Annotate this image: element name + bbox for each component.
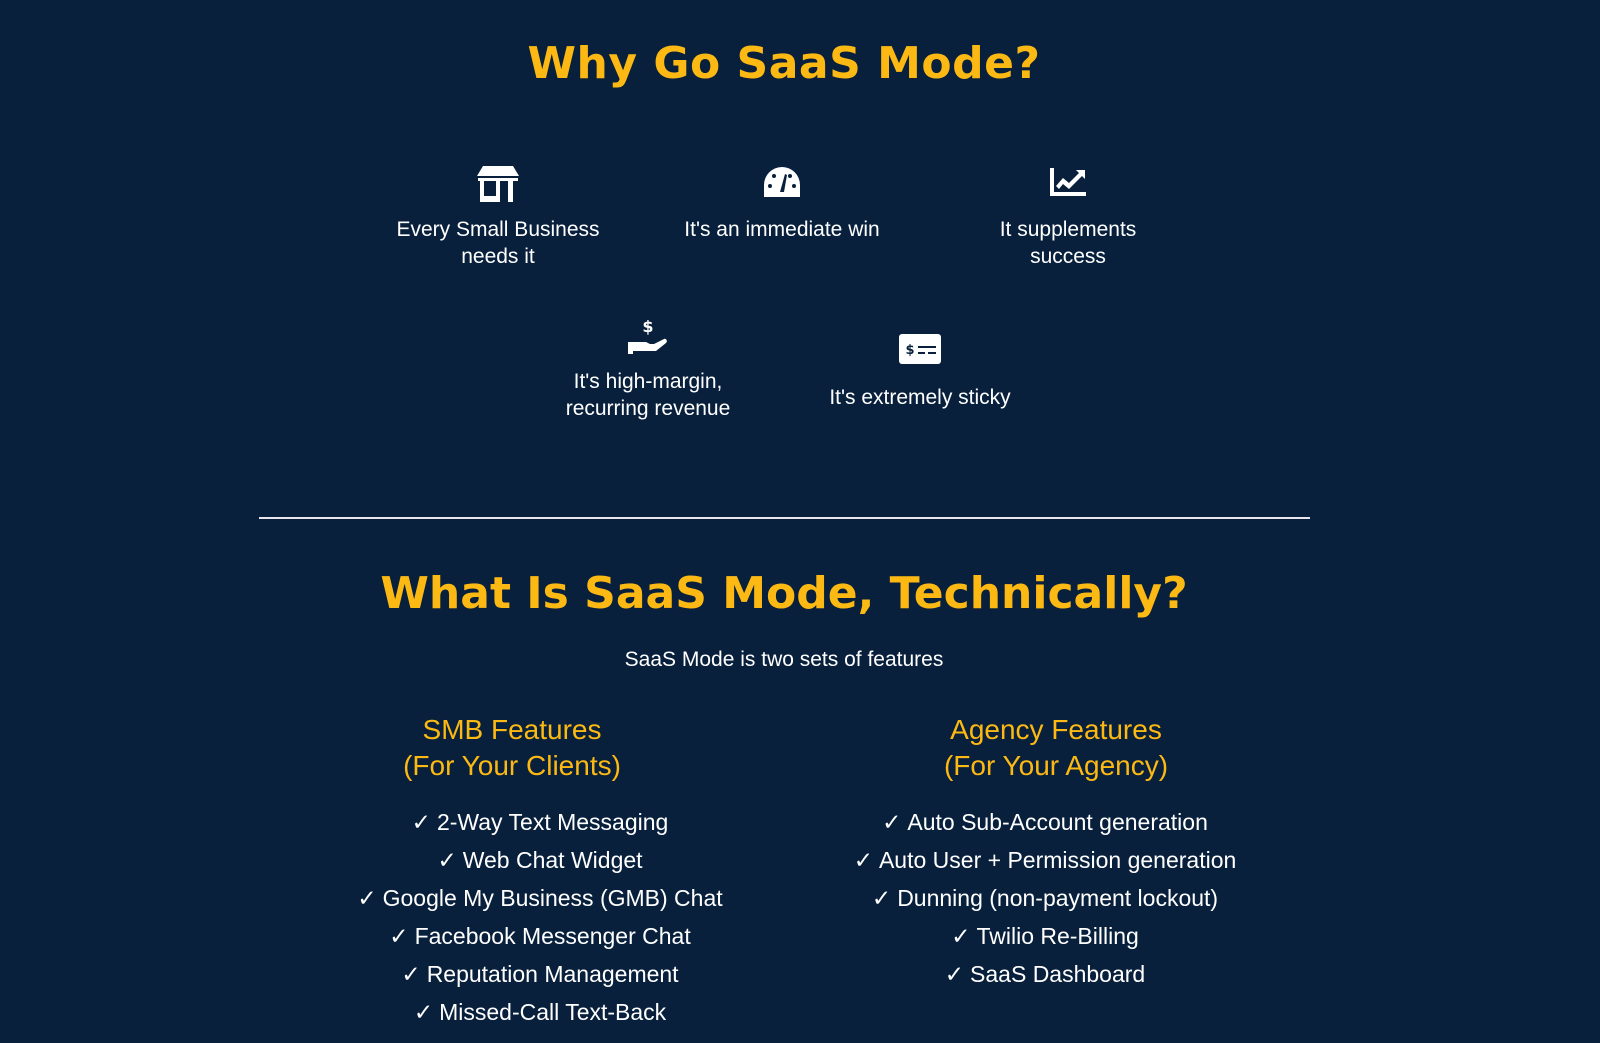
reason-supplements-success: It supplements success bbox=[938, 166, 1198, 270]
agency-features-list: ✓ Auto Sub-Account generation ✓ Auto User … bbox=[830, 803, 1260, 993]
feature-text: Auto User + Permission generation bbox=[878, 847, 1237, 873]
checkmark-icon: ✓ bbox=[882, 809, 902, 835]
agency-features-heading: Agency Features (For Your Agency) bbox=[806, 712, 1306, 784]
list-item: ✓ 2-Way Text Messaging bbox=[280, 803, 800, 841]
feature-text: Reputation Management bbox=[426, 961, 679, 987]
section-divider bbox=[259, 517, 1310, 519]
checkmark-icon: ✓ bbox=[853, 847, 873, 873]
checkmark-icon: ✓ bbox=[951, 923, 971, 949]
list-item: ✓ Google My Business (GMB) Chat bbox=[280, 879, 800, 917]
reason-text-line1: It supplements bbox=[999, 218, 1137, 241]
saas-subtitle: SaaS Mode is two sets of features bbox=[624, 648, 944, 671]
money-check-icon: $ bbox=[790, 334, 1050, 378]
list-item: ✓ Auto Sub-Account generation bbox=[830, 803, 1260, 841]
hand-dollar-icon: $ bbox=[518, 318, 778, 362]
list-item: ✓ Auto User + Permission generation bbox=[830, 841, 1260, 879]
reason-text-line2: needs it bbox=[461, 245, 535, 268]
reason-text-line2: success bbox=[1030, 245, 1106, 268]
feature-text: Facebook Messenger Chat bbox=[414, 923, 691, 949]
checkmark-icon: ✓ bbox=[944, 961, 965, 987]
chart-line-icon bbox=[938, 166, 1198, 210]
smb-title-line1: SMB Features bbox=[422, 714, 602, 745]
list-item: ✓ Missed-Call Text-Back bbox=[280, 993, 800, 1031]
checkmark-icon: ✓ bbox=[357, 885, 377, 911]
reason-text-line1: It's extremely sticky bbox=[829, 386, 1011, 409]
checkmark-icon: ✓ bbox=[411, 809, 431, 835]
reason-text-line1: It's an immediate win bbox=[684, 218, 880, 241]
agency-title-line2: (For Your Agency) bbox=[943, 750, 1169, 781]
reason-small-business: Every Small Business needs it bbox=[368, 166, 628, 270]
store-icon bbox=[368, 166, 628, 210]
reason-sticky: $ It's extremely sticky bbox=[790, 334, 1050, 411]
list-item: ✓ Reputation Management bbox=[280, 955, 800, 993]
list-item: ✓ Twilio Re-Billing bbox=[830, 917, 1260, 955]
speedometer-icon bbox=[652, 166, 912, 210]
list-item: ✓ Facebook Messenger Chat bbox=[280, 917, 800, 955]
feature-text: Auto Sub-Account generation bbox=[907, 809, 1208, 835]
feature-text: Twilio Re-Billing bbox=[976, 923, 1139, 949]
svg-text:$: $ bbox=[642, 318, 653, 336]
checkmark-icon: ✓ bbox=[401, 961, 421, 987]
feature-text: SaaS Dashboard bbox=[970, 961, 1146, 987]
checkmark-icon: ✓ bbox=[871, 885, 892, 911]
feature-text: Google My Business (GMB) Chat bbox=[382, 885, 723, 911]
reason-immediate-win: It's an immediate win bbox=[652, 166, 912, 243]
list-item: ✓ SaaS Dashboard bbox=[830, 955, 1260, 993]
feature-text: 2-Way Text Messaging bbox=[436, 809, 669, 835]
reason-text-line2: recurring revenue bbox=[565, 397, 731, 420]
reason-text-line1: Every Small Business bbox=[396, 218, 600, 241]
what-is-saas-heading: What Is SaaS Mode, Technically? bbox=[380, 568, 1188, 619]
svg-text:$: $ bbox=[905, 343, 914, 358]
agency-title-line1: Agency Features bbox=[950, 714, 1162, 745]
why-go-saas-heading: Why Go SaaS Mode? bbox=[527, 38, 1041, 89]
reason-text-line1: It's high-margin, bbox=[573, 370, 723, 393]
feature-text: Web Chat Widget bbox=[462, 847, 643, 873]
checkmark-icon: ✓ bbox=[389, 923, 409, 949]
smb-title-line2: (For Your Clients) bbox=[403, 750, 621, 781]
reason-high-margin: $ It's high-margin, recurring revenue bbox=[518, 318, 778, 422]
checkmark-icon: ✓ bbox=[437, 847, 457, 873]
feature-text: Dunning (non-payment lockout) bbox=[897, 885, 1219, 911]
smb-features-list: ✓ 2-Way Text Messaging ✓ Web Chat Widget ✓… bbox=[280, 803, 800, 1031]
feature-text: Missed-Call Text-Back bbox=[439, 999, 667, 1025]
list-item: ✓ Web Chat Widget bbox=[280, 841, 800, 879]
smb-features-heading: SMB Features (For Your Clients) bbox=[262, 712, 762, 784]
list-item: ✓ Dunning (non-payment lockout) bbox=[830, 879, 1260, 917]
checkmark-icon: ✓ bbox=[413, 999, 434, 1025]
